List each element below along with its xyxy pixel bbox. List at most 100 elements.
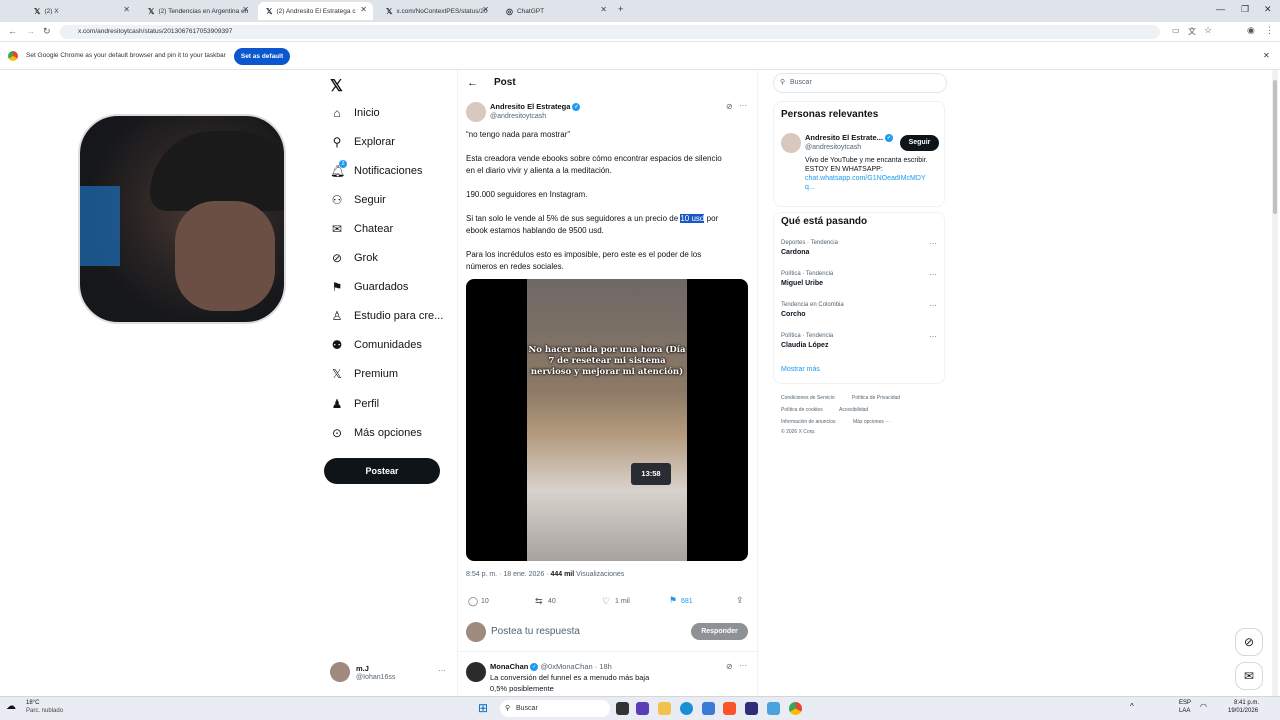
browser-tab[interactable]: 𝕏 (2) Tendencias en Argentina en ✕ xyxy=(140,2,255,20)
close-tab-icon[interactable]: ✕ xyxy=(600,5,607,14)
minimize-icon[interactable]: — xyxy=(1216,4,1225,14)
x-icon: 𝕏 xyxy=(332,367,342,381)
browser-tab[interactable]: 𝕏x.com/NoContextPES/status/20 ✕ xyxy=(378,2,495,20)
nav-item-inicio[interactable]: ⌂ Inicio xyxy=(330,103,379,123)
browser-tab-active[interactable]: 𝕏 (2) Andresito El Estratega c ✕ xyxy=(258,2,373,20)
reload-icon[interactable]: ↻ xyxy=(43,26,51,37)
scrollbar-thumb[interactable] xyxy=(1273,80,1277,214)
grok-float-button[interactable]: ⊘ xyxy=(1235,628,1263,656)
post-button[interactable]: Postear xyxy=(324,458,440,484)
close-icon[interactable]: ✕ xyxy=(1263,51,1270,60)
app-icon[interactable] xyxy=(745,702,758,715)
browser-tab[interactable]: 𝕏 (2) X ✕ xyxy=(26,2,136,20)
menu-icon[interactable]: ⋮ xyxy=(1265,25,1274,36)
nav-item-notificaciones[interactable]: 🔔︎ 2 Notificaciones xyxy=(330,160,422,181)
more-icon[interactable]: ··· xyxy=(929,239,937,248)
follow-button[interactable]: Seguir xyxy=(900,135,939,151)
star-icon[interactable]: ☆ xyxy=(1204,25,1212,36)
reply-button[interactable]: Responder xyxy=(691,623,748,640)
repost-icon[interactable]: ⇆ xyxy=(535,596,543,607)
bookmark-icon[interactable]: ⚑ xyxy=(669,595,677,606)
like-icon[interactable]: ♡ xyxy=(602,596,610,607)
post-text: ebook estamos hablando de 9500 usd. xyxy=(466,226,604,235)
reply-avatar[interactable] xyxy=(466,662,486,682)
translate-icon[interactable]: 文 xyxy=(1188,26,1196,37)
author-avatar[interactable] xyxy=(466,102,486,122)
nav-item-seguir[interactable]: ⚇ Seguir xyxy=(330,190,386,210)
back-icon[interactable]: ← xyxy=(8,26,17,36)
footer-link[interactable]: Más opciones ··· xyxy=(853,419,890,425)
footer-link[interactable]: Política de Privacidad xyxy=(852,395,900,401)
bio-link[interactable]: chat.whatsapp.com/G1NOeadIMcMDY xyxy=(805,174,928,183)
footer-link[interactable]: Accesibilidad xyxy=(839,407,868,413)
install-icon[interactable]: ▭ xyxy=(1172,26,1180,35)
more-icon[interactable]: ··· xyxy=(739,661,747,670)
grok-icon[interactable]: ⊘ xyxy=(726,662,733,671)
nav-item-explorar[interactable]: ⚲ Explorar xyxy=(330,132,395,152)
language[interactable]: ESP xyxy=(1179,700,1191,706)
store-icon[interactable] xyxy=(702,702,715,715)
task-view-icon[interactable] xyxy=(616,702,629,715)
nav-item-estudio[interactable]: ♙ Estudio para cre... xyxy=(330,306,444,326)
back-arrow-icon[interactable]: ← xyxy=(467,77,478,89)
reply-input[interactable]: Postea tu respuesta xyxy=(491,626,580,637)
more-icon[interactable]: ··· xyxy=(739,101,747,110)
app-icon[interactable] xyxy=(636,702,649,715)
browser-tab[interactable]: ◎ ChatGPT ✕ xyxy=(498,2,613,20)
show-more-link[interactable]: Mostrar más xyxy=(781,366,820,373)
edge-icon[interactable] xyxy=(680,702,693,715)
close-tab-icon[interactable]: ✕ xyxy=(242,5,249,14)
search-input[interactable]: ⚲ Buscar xyxy=(773,73,947,93)
grok-icon[interactable]: ⊘ xyxy=(726,102,733,111)
person-avatar[interactable] xyxy=(781,133,801,153)
nav-item-comunidades[interactable]: ⚉ Comunidades xyxy=(330,335,422,355)
close-tab-icon[interactable]: ✕ xyxy=(123,5,130,14)
footer-link[interactable]: Política de cookies xyxy=(781,407,823,413)
wifi-icon[interactable]: ◠ xyxy=(1200,702,1207,711)
person-name[interactable]: Andresito El Estrate... ✓ xyxy=(805,133,893,143)
weather-icon[interactable]: ☁ xyxy=(6,701,16,712)
messages-float-button[interactable]: ✉ xyxy=(1235,662,1263,690)
nav-item-guardados[interactable]: ⚑ Guardados xyxy=(330,277,409,297)
maximize-icon[interactable]: ❐ xyxy=(1241,4,1249,15)
close-window-icon[interactable]: ✕ xyxy=(1264,4,1272,15)
file-explorer-icon[interactable] xyxy=(658,702,671,715)
footer-link[interactable]: Condiciones de Servicio xyxy=(781,395,835,401)
x-logo-icon[interactable]: 𝕏 xyxy=(330,76,343,96)
person-handle: @andresitoytcash xyxy=(805,144,862,151)
nav-item-premium[interactable]: 𝕏 Premium xyxy=(330,364,398,384)
chrome-icon[interactable] xyxy=(789,702,802,715)
post-video[interactable]: No hacer nada por una hora (Día 7 de res… xyxy=(466,279,748,561)
nav-item-mas-opciones[interactable]: ⊙ Más opciones xyxy=(330,423,422,443)
brave-icon[interactable] xyxy=(723,702,736,715)
home-icon: ⌂ xyxy=(333,106,341,120)
more-icon[interactable]: ··· xyxy=(929,301,937,310)
share-icon[interactable]: ⇪ xyxy=(736,595,744,606)
url-input[interactable]: x.com/andresitoytcash/status/20130676170… xyxy=(60,25,1160,39)
set-default-button[interactable]: Set as default xyxy=(234,48,290,65)
clock-time[interactable]: 8:41 p.m. xyxy=(1234,700,1259,706)
verified-icon: ✓ xyxy=(884,134,893,143)
app-icon[interactable] xyxy=(767,702,780,715)
footer-link[interactable]: Información de anuncios xyxy=(781,419,835,425)
windows-start-icon[interactable]: ⊞ xyxy=(478,701,488,715)
verified-icon: ✓ xyxy=(572,103,581,112)
more-icon[interactable]: ··· xyxy=(929,270,937,279)
author-name[interactable]: Andresito El Estratega ✓ xyxy=(490,102,581,112)
taskbar-search[interactable]: ⚲ Buscar xyxy=(500,700,610,717)
close-tab-icon[interactable]: ✕ xyxy=(482,5,489,14)
more-icon[interactable]: ··· xyxy=(929,332,937,341)
reply-author[interactable]: MonaChan ✓ @0xMonaChan · 18h xyxy=(490,662,612,672)
nav-item-perfil[interactable]: ♟ Perfil xyxy=(330,394,379,414)
clock-date[interactable]: 19/01/2026 xyxy=(1228,708,1258,714)
more-icon[interactable]: ··· xyxy=(438,666,446,675)
nav-item-chatear[interactable]: ✉ Chatear xyxy=(330,219,393,239)
chevron-up-icon[interactable]: ^ xyxy=(1130,702,1134,711)
new-tab-icon[interactable]: + xyxy=(618,4,623,14)
nav-item-grok[interactable]: ⊘ Grok xyxy=(330,248,378,268)
close-tab-icon[interactable]: ✕ xyxy=(360,5,367,14)
forward-icon[interactable]: → xyxy=(26,26,35,36)
author-handle[interactable]: @andresitoytcash xyxy=(490,113,546,120)
profile-icon[interactable]: ◉ xyxy=(1247,25,1255,36)
reply-icon[interactable]: ◯ xyxy=(468,596,478,607)
